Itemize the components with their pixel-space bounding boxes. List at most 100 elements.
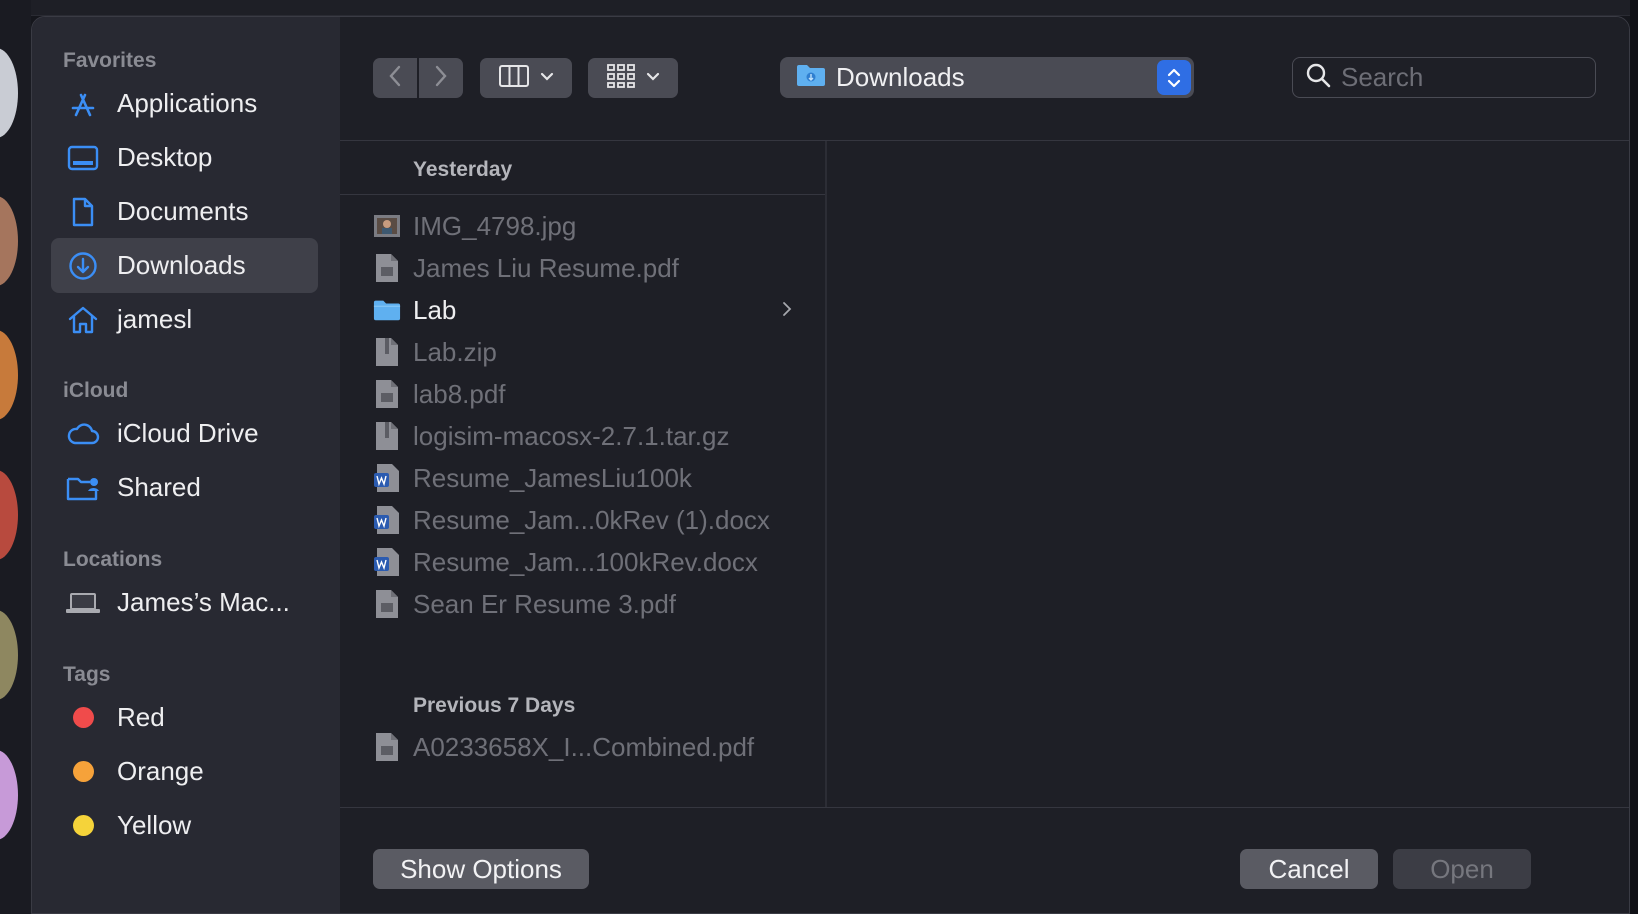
sidebar-item-applications[interactable]: Applications bbox=[51, 76, 318, 131]
file-row[interactable]: A0233658X_I...Combined.pdf bbox=[373, 725, 793, 769]
sidebar-item-icloud-drive[interactable]: iCloud Drive bbox=[51, 406, 318, 461]
sidebar-section-tags: Tags bbox=[63, 663, 111, 686]
file-name: Lab bbox=[413, 294, 457, 325]
sidebar-item-label: James’s Mac... bbox=[117, 587, 290, 617]
sidebar-item-mac[interactable]: James’s Mac... bbox=[51, 575, 318, 630]
sidebar-item-label: Orange bbox=[117, 756, 204, 786]
sidebar-item-label: Shared bbox=[117, 472, 201, 502]
sidebar-section-icloud: iCloud bbox=[63, 379, 129, 402]
sidebar-item-tag-yellow[interactable]: Yellow bbox=[51, 798, 318, 853]
file-name: Sean Er Resume 3.pdf bbox=[413, 588, 677, 619]
file-row[interactable]: logisim-macosx-2.7.1.tar.gz bbox=[373, 414, 793, 458]
shared-folder-icon bbox=[63, 471, 103, 505]
file-list[interactable]: Yesterday IMG_4798.jpg James Liu Resume.… bbox=[340, 141, 827, 807]
pdf-file-icon bbox=[373, 589, 401, 619]
sidebar-item-home[interactable]: jamesl bbox=[51, 292, 318, 347]
open-file-dialog: Favorites Applications Desktop Documents… bbox=[31, 16, 1630, 914]
search-icon bbox=[1305, 62, 1331, 93]
home-icon bbox=[63, 303, 103, 337]
back-button[interactable] bbox=[373, 58, 417, 98]
documents-icon bbox=[63, 195, 103, 229]
chevron-left-icon bbox=[387, 64, 403, 93]
file-row[interactable]: lab8.pdf bbox=[373, 372, 793, 416]
word-file-icon bbox=[373, 547, 401, 577]
sidebar-item-downloads[interactable]: Downloads bbox=[51, 238, 318, 293]
file-row[interactable]: Resume_JamesLiu100k bbox=[373, 456, 793, 500]
file-row[interactable]: Lab.zip bbox=[373, 330, 793, 374]
applications-icon bbox=[63, 87, 103, 121]
cloud-icon bbox=[63, 417, 103, 451]
sidebar-item-label: jamesl bbox=[117, 304, 193, 334]
background-window-titlebar bbox=[0, 0, 1638, 16]
background-thumbnail bbox=[0, 330, 18, 420]
file-row[interactable]: IMG_4798.jpg bbox=[373, 204, 793, 248]
yellow-tag-dot bbox=[63, 809, 103, 843]
search-placeholder: Search bbox=[1341, 62, 1424, 92]
orange-tag-dot bbox=[63, 755, 103, 789]
folder-icon bbox=[373, 295, 401, 325]
archive-file-icon bbox=[373, 337, 401, 367]
sidebar-item-shared[interactable]: Shared bbox=[51, 460, 318, 515]
file-row[interactable]: Sean Er Resume 3.pdf bbox=[373, 582, 793, 626]
location-popup[interactable]: Downloads bbox=[780, 57, 1194, 98]
sidebar-item-label: Documents bbox=[117, 196, 249, 226]
background-thumbnail bbox=[0, 196, 18, 286]
sidebar-item-documents[interactable]: Documents bbox=[51, 184, 318, 239]
file-name: James Liu Resume.pdf bbox=[413, 252, 679, 283]
file-name: Lab.zip bbox=[413, 336, 497, 367]
view-mode-button[interactable] bbox=[480, 58, 572, 98]
red-tag-dot bbox=[63, 701, 103, 735]
group-by-button[interactable] bbox=[588, 58, 678, 98]
background-thumbnail bbox=[0, 610, 18, 700]
sidebar-item-label: Applications bbox=[117, 88, 258, 118]
file-row-folder[interactable]: Lab bbox=[373, 288, 793, 332]
show-options-button[interactable]: Show Options bbox=[373, 849, 589, 889]
sidebar-section-favorites: Favorites bbox=[63, 49, 157, 72]
chevron-right-icon bbox=[433, 64, 449, 93]
location-name: Downloads bbox=[836, 62, 965, 92]
folder-icon bbox=[796, 63, 826, 92]
pdf-file-icon bbox=[373, 732, 401, 762]
archive-file-icon bbox=[373, 421, 401, 451]
laptop-icon bbox=[63, 586, 103, 620]
chevron-right-icon bbox=[781, 300, 793, 323]
main-pane: Downloads Search Yesterday IMG_4798.jpg … bbox=[340, 17, 1629, 913]
sidebar-item-label: Yellow bbox=[117, 810, 192, 840]
search-field[interactable]: Search bbox=[1292, 57, 1596, 98]
word-file-icon bbox=[373, 505, 401, 535]
file-row[interactable]: James Liu Resume.pdf bbox=[373, 246, 793, 290]
file-name: IMG_4798.jpg bbox=[413, 210, 577, 241]
group-header-yesterday: Yesterday bbox=[413, 158, 513, 181]
background-thumbnail bbox=[0, 470, 18, 560]
sidebar-item-tag-red[interactable]: Red bbox=[51, 690, 318, 745]
column-view-icon bbox=[498, 64, 530, 93]
toolbar: Downloads Search bbox=[340, 17, 1629, 141]
open-button[interactable]: Open bbox=[1393, 849, 1531, 889]
file-name: lab8.pdf bbox=[413, 378, 506, 409]
chevron-down-icon bbox=[646, 69, 660, 87]
pdf-file-icon bbox=[373, 379, 401, 409]
sidebar-item-label: iCloud Drive bbox=[117, 418, 259, 448]
background-window-edge bbox=[1630, 0, 1638, 914]
sidebar: Favorites Applications Desktop Documents… bbox=[32, 17, 340, 913]
forward-button[interactable] bbox=[419, 58, 463, 98]
sidebar-item-tag-orange[interactable]: Orange bbox=[51, 744, 318, 799]
file-name: Resume_Jam...100kRev.docx bbox=[413, 546, 758, 577]
file-row[interactable]: Resume_Jam...0kRev (1).docx bbox=[373, 498, 793, 542]
sidebar-item-label: Red bbox=[117, 702, 165, 732]
file-name: logisim-macosx-2.7.1.tar.gz bbox=[413, 420, 730, 451]
pdf-file-icon bbox=[373, 253, 401, 283]
dialog-footer: Show Options Cancel Open bbox=[340, 807, 1629, 913]
word-file-icon bbox=[373, 463, 401, 493]
group-by-icon bbox=[606, 63, 636, 94]
file-row[interactable]: Resume_Jam...100kRev.docx bbox=[373, 540, 793, 584]
sidebar-section-locations: Locations bbox=[63, 548, 163, 571]
file-name: A0233658X_I...Combined.pdf bbox=[413, 731, 755, 762]
sidebar-item-desktop[interactable]: Desktop bbox=[51, 130, 318, 185]
background-sidebar-strip bbox=[0, 0, 31, 914]
desktop-icon bbox=[63, 141, 103, 175]
updown-stepper-icon bbox=[1157, 60, 1191, 95]
divider bbox=[340, 194, 825, 195]
background-thumbnail bbox=[0, 48, 18, 138]
cancel-button[interactable]: Cancel bbox=[1240, 849, 1378, 889]
